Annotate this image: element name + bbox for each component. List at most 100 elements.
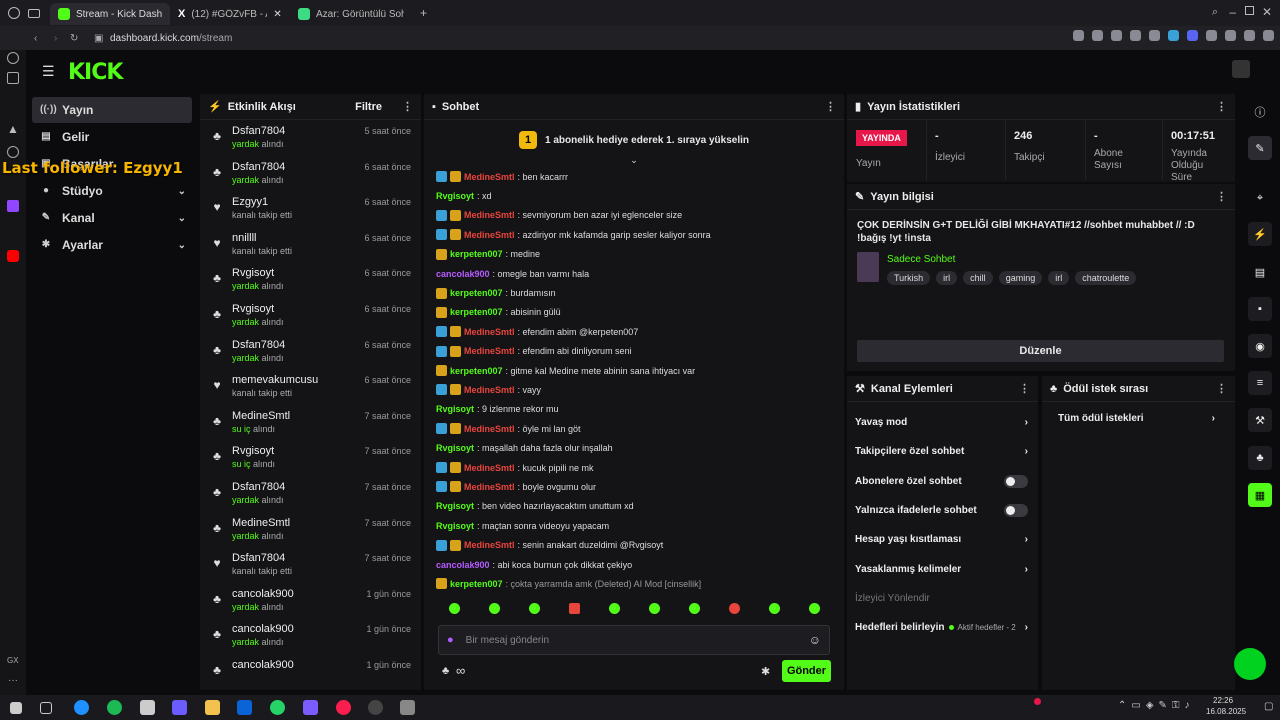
- shield-icon[interactable]: [1111, 30, 1122, 41]
- chat-username[interactable]: MedineSmtl: [464, 540, 515, 550]
- nav-item-1[interactable]: ▤ Gelir: [32, 124, 192, 150]
- collapse-icon[interactable]: ⌄: [424, 155, 844, 167]
- edge-icon[interactable]: [74, 700, 89, 715]
- emote-icon[interactable]: [728, 602, 740, 614]
- whatsapp-icon[interactable]: [270, 700, 285, 715]
- banned-words-row[interactable]: Yasaklanmış kelimeler ›: [847, 554, 1038, 583]
- activity-user[interactable]: cancolak900: [232, 588, 294, 600]
- edit-button[interactable]: Düzenle: [857, 340, 1224, 362]
- store-icon[interactable]: [140, 700, 155, 715]
- back-icon[interactable]: ‹: [34, 33, 37, 44]
- url-field[interactable]: dashboard.kick.com/stream: [110, 33, 232, 44]
- chat-username[interactable]: MedineSmtl: [464, 346, 515, 356]
- activity-user[interactable]: Ezgyy1: [232, 196, 292, 208]
- activity-user[interactable]: memevakumcusu: [232, 374, 318, 386]
- activity-user[interactable]: Dsfan7804: [232, 125, 285, 137]
- layers-icon[interactable]: ≡: [1248, 371, 1272, 395]
- search-icon[interactable]: ⌕: [1212, 6, 1218, 19]
- chat-username[interactable]: Rvgisoyt: [436, 501, 474, 511]
- chat-username[interactable]: MedineSmtl: [464, 385, 515, 395]
- chat-icon[interactable]: ▪: [1248, 297, 1272, 321]
- chat-username[interactable]: MedineSmtl: [464, 172, 515, 182]
- chat-username[interactable]: cancolak900: [436, 560, 490, 570]
- chat-settings-icon[interactable]: ✱: [761, 665, 770, 678]
- category-name[interactable]: Sadece Sohbet: [887, 254, 1142, 265]
- document-icon[interactable]: ▤: [1248, 260, 1272, 284]
- more-options-icon[interactable]: ⋮: [825, 100, 836, 113]
- activity-user[interactable]: Dsfan7804: [232, 161, 285, 173]
- app-icon[interactable]: [400, 700, 415, 715]
- chat-username[interactable]: MedineSmtl: [464, 210, 515, 220]
- activity-user[interactable]: Rvgisoyt: [232, 303, 284, 315]
- copilot-icon[interactable]: [172, 700, 187, 715]
- chat-username[interactable]: kerpeten007: [450, 249, 503, 259]
- activity-user[interactable]: cancolak900: [232, 623, 294, 635]
- extension-icon[interactable]: [1225, 30, 1236, 41]
- emotes-only-toggle[interactable]: [1004, 504, 1028, 518]
- folder-icon[interactable]: [205, 700, 220, 715]
- help-bubble-icon[interactable]: [1234, 648, 1266, 680]
- emote-icon[interactable]: [568, 602, 580, 614]
- tray-icons[interactable]: ⌃▭◈✎⚿♪: [1118, 700, 1195, 711]
- chat-username[interactable]: kerpeten007: [450, 307, 503, 317]
- kick-logo[interactable]: KICK: [68, 60, 123, 85]
- all-rewards-row[interactable]: Tüm ödül istekleri ›: [1042, 404, 1235, 433]
- avatar[interactable]: [1232, 60, 1250, 78]
- chat-username[interactable]: MedineSmtl: [464, 327, 515, 337]
- more-options-icon[interactable]: ⋮: [1216, 382, 1227, 395]
- scan-icon[interactable]: ⌖: [1248, 186, 1272, 210]
- lightning-icon[interactable]: ⚡: [1248, 222, 1272, 246]
- emote-icon[interactable]: [768, 602, 780, 614]
- account-age-row[interactable]: Hesap yaşı kısıtlaması ›: [847, 525, 1038, 554]
- edit-icon[interactable]: ✎: [1248, 136, 1272, 160]
- obs-icon[interactable]: [368, 700, 383, 715]
- gx-icon[interactable]: GX: [7, 656, 19, 665]
- extension-icon[interactable]: [1187, 30, 1198, 41]
- more-options-icon[interactable]: ⋮: [402, 100, 413, 113]
- maximize-icon[interactable]: [1245, 6, 1254, 15]
- chat-username[interactable]: MedineSmtl: [464, 424, 515, 434]
- nav-item-4[interactable]: ✎ Kanal ⌄: [32, 205, 192, 231]
- chatgpt-icon[interactable]: [7, 146, 19, 158]
- info-icon[interactable]: ⓘ: [1248, 100, 1272, 124]
- filter-button[interactable]: Filtre: [355, 101, 382, 113]
- history-icon[interactable]: [7, 52, 19, 64]
- chat-username[interactable]: MedineSmtl: [464, 230, 515, 240]
- tab-kick-dashboard[interactable]: Stream - Kick Dashboard: [50, 3, 170, 25]
- followers-only-row[interactable]: Takipçilere özel sohbet ›: [847, 437, 1038, 466]
- task-view-icon[interactable]: [40, 702, 52, 714]
- activity-user[interactable]: Dsfan7804: [232, 481, 285, 493]
- activity-user[interactable]: cancolak900: [232, 659, 294, 671]
- send-button[interactable]: Gönder: [782, 660, 831, 682]
- arrow-icon[interactable]: ▲: [7, 122, 19, 136]
- youtube-icon[interactable]: [7, 250, 19, 262]
- extension-icon[interactable]: [1130, 30, 1141, 41]
- browser-menu-icon[interactable]: [8, 7, 20, 19]
- chat-username[interactable]: Rvgisoyt: [436, 443, 474, 453]
- windows-start-icon[interactable]: [10, 702, 22, 714]
- hamburger-icon[interactable]: ☰: [42, 63, 55, 80]
- tab-x[interactable]: X (12) #GÖZvFB - Ara ✕: [170, 3, 290, 25]
- nav-item-3[interactable]: ● Stüdyo ⌄: [32, 178, 192, 204]
- clock-date[interactable]: 16.08.2025: [1206, 707, 1246, 716]
- minimize-icon[interactable]: –: [1229, 5, 1236, 19]
- download-icon[interactable]: [1244, 30, 1255, 41]
- bookmark-icon[interactable]: [1149, 30, 1160, 41]
- kick-points-icon[interactable]: ♣: [1248, 446, 1272, 470]
- new-tab-icon[interactable]: +: [420, 6, 427, 20]
- more-options-icon[interactable]: ⋮: [1216, 190, 1227, 203]
- clock-time[interactable]: 22:26: [1213, 696, 1233, 705]
- extension-icon[interactable]: [1206, 30, 1217, 41]
- tab-list-icon[interactable]: [28, 8, 40, 18]
- extension-icon[interactable]: [1168, 30, 1179, 41]
- emote-icon[interactable]: [528, 602, 540, 614]
- slow-mode-row[interactable]: Yavaş mod ›: [847, 408, 1038, 437]
- more-icon[interactable]: ···: [8, 675, 18, 686]
- activity-user[interactable]: Dsfan7804: [232, 339, 285, 351]
- activity-user[interactable]: Rvgisoyt: [232, 445, 275, 457]
- clapperboard-icon[interactable]: ▦: [1248, 483, 1272, 507]
- notifications-icon[interactable]: ▢: [1264, 701, 1273, 712]
- twitch-icon[interactable]: [7, 200, 19, 212]
- activity-user[interactable]: MedineSmtl: [232, 410, 290, 422]
- mic-icon[interactable]: ●: [447, 634, 454, 646]
